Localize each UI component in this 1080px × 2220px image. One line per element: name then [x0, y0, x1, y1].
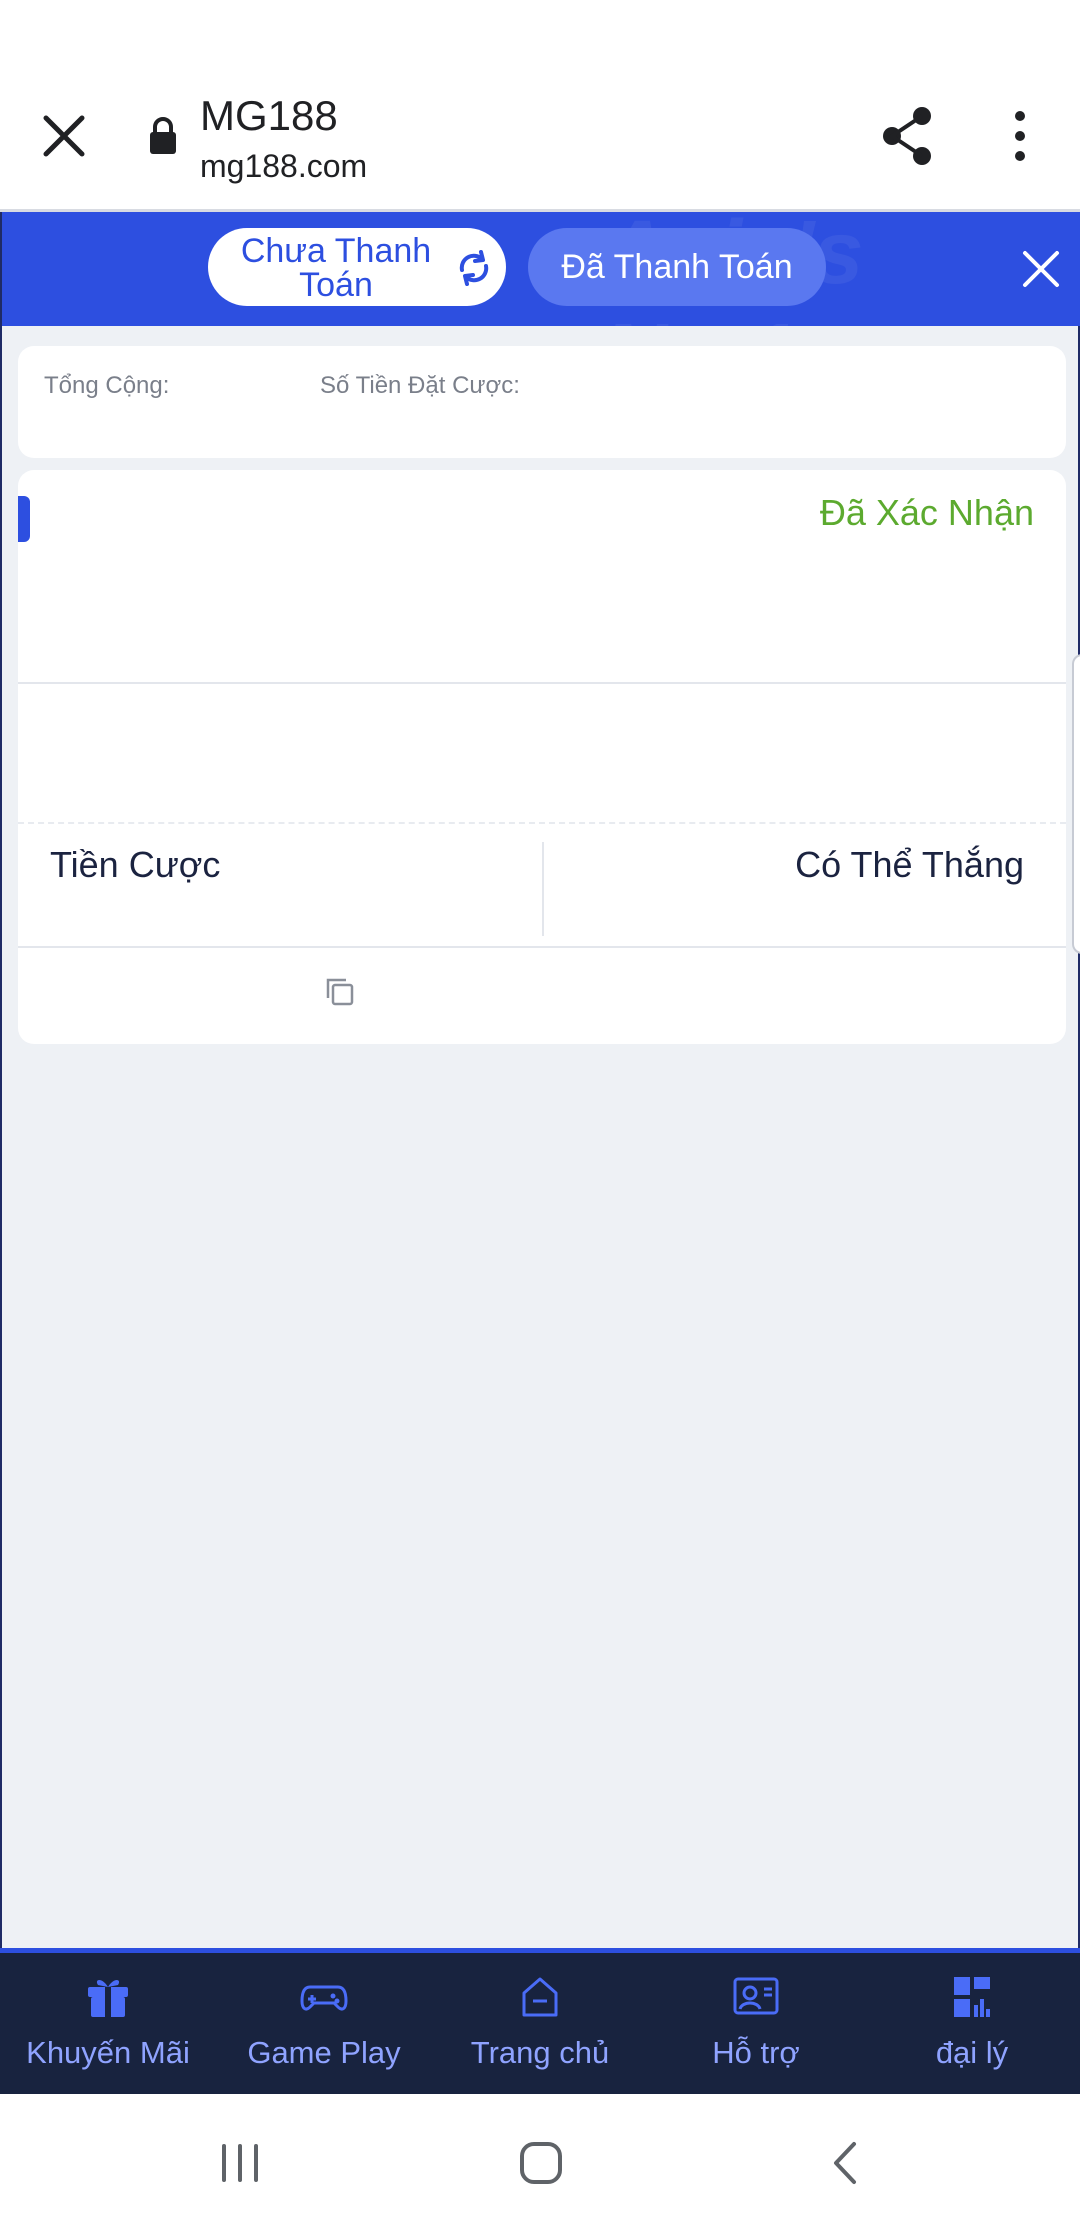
close-icon[interactable]: [36, 108, 92, 164]
stake-label: Tiền Cược: [50, 844, 221, 885]
tab-settled-label: Đã Thanh Toán: [561, 248, 793, 286]
browser-toolbar: MG188 mg188.com: [0, 0, 1080, 212]
home-icon: [516, 1975, 564, 2019]
bet-history-panel: Asia's No.1 Chưa Thanh Toán Đã Thanh Toá…: [0, 212, 1080, 1948]
column-divider: [542, 842, 544, 936]
support-icon: [732, 1975, 780, 2019]
nav-label: đại lý: [935, 2035, 1009, 2070]
nav-label: Game Play: [247, 2035, 401, 2070]
divider: [18, 946, 1066, 948]
nav-label: Trang chủ: [470, 2035, 610, 2070]
gift-icon: [84, 1975, 132, 2019]
back-icon[interactable]: [830, 2140, 860, 2186]
bet-card[interactable]: Đã Xác Nhận Tiền Cược Có Thể Thắng: [18, 470, 1066, 1044]
stake-amount-label: Số Tiền Đặt Cược:: [320, 372, 520, 399]
nav-label: Hỗ trợ: [712, 2035, 800, 2070]
recent-apps-icon[interactable]: [218, 2142, 262, 2184]
close-panel-icon[interactable]: [1020, 248, 1062, 290]
agent-dashboard-icon: [948, 1975, 996, 2019]
bottom-navigation: Khuyến Mãi Game Play Trang chủ Hỗ trợ đạ…: [0, 1948, 1080, 2094]
tab-unsettled-label: Chưa Thanh Toán: [240, 232, 432, 304]
nav-item-agent[interactable]: đại lý: [864, 1953, 1080, 2093]
home-button-icon[interactable]: [518, 2140, 564, 2186]
site-title: MG188: [200, 92, 338, 139]
tab-unsettled[interactable]: Chưa Thanh Toán: [208, 228, 506, 306]
bet-marker: [18, 496, 30, 542]
divider: [18, 682, 1066, 684]
system-navigation-bar: [0, 2094, 1080, 2220]
nav-item-game-play[interactable]: Game Play: [216, 1953, 432, 2093]
site-url[interactable]: mg188.com: [200, 148, 367, 185]
more-vert-icon[interactable]: [1000, 108, 1040, 164]
nav-item-promotions[interactable]: Khuyến Mãi: [0, 1953, 216, 2093]
nav-item-home[interactable]: Trang chủ: [432, 1953, 648, 2093]
refresh-icon[interactable]: [454, 248, 494, 288]
divider: [18, 822, 1066, 824]
lock-icon: [148, 116, 178, 156]
total-label: Tổng Cộng:: [44, 372, 170, 399]
bet-history-header: Asia's No.1 Chưa Thanh Toán Đã Thanh Toá…: [2, 212, 1080, 326]
summary-card: Tổng Cộng: Số Tiền Đặt Cược:: [18, 346, 1066, 458]
gamepad-icon: [300, 1975, 348, 2019]
copy-icon[interactable]: [324, 976, 356, 1008]
nav-item-support[interactable]: Hỗ trợ: [648, 1953, 864, 2093]
potential-win-label: Có Thể Thắng: [795, 844, 1024, 885]
share-icon[interactable]: [878, 104, 938, 168]
side-drawer-handle[interactable]: [1072, 654, 1080, 954]
tab-settled[interactable]: Đã Thanh Toán: [528, 228, 826, 306]
bet-status-badge: Đã Xác Nhận: [819, 492, 1034, 533]
nav-label: Khuyến Mãi: [26, 2035, 190, 2070]
